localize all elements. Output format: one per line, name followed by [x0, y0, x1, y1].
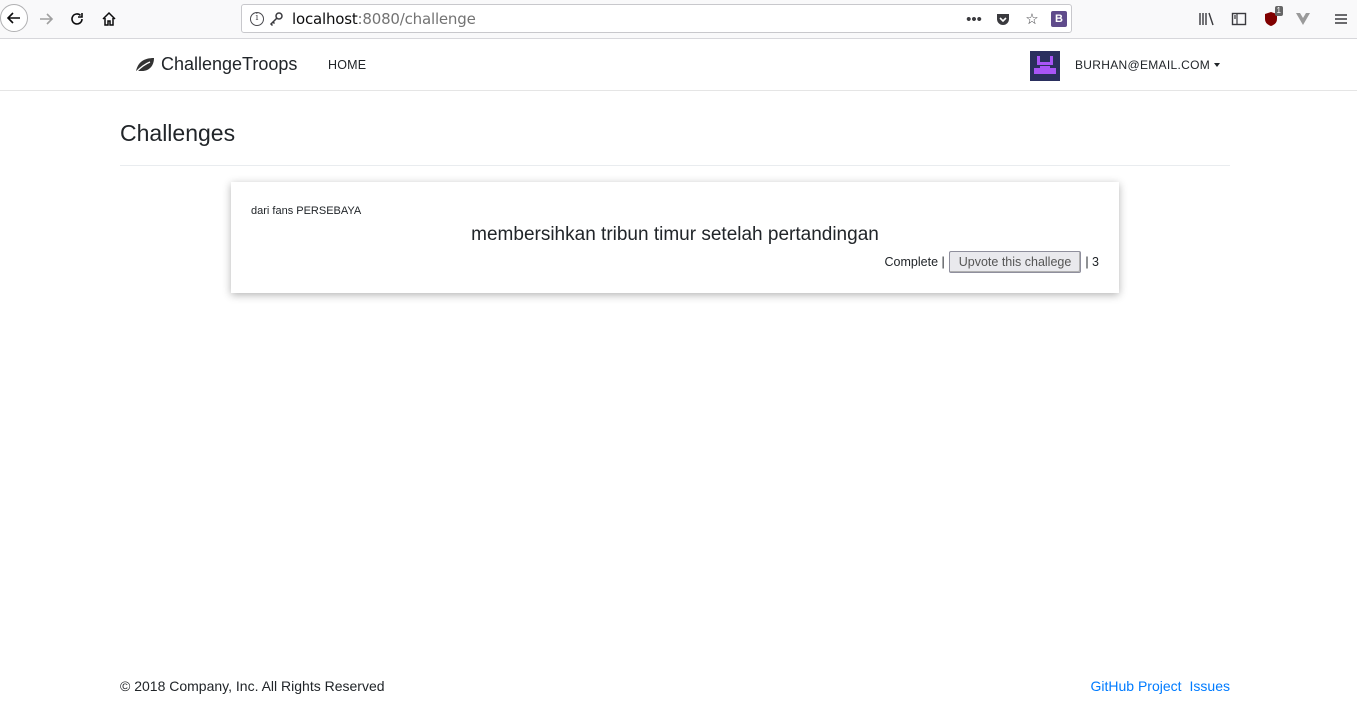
address-bar[interactable]: i localhost:8080/challenge ••• ☆ B — [241, 4, 1072, 33]
ublock-badge: 1 — [1274, 6, 1283, 16]
forward-button[interactable] — [33, 6, 59, 32]
nav-home-link[interactable]: HOME — [328, 58, 366, 72]
footer-copyright: © 2018 Company, Inc. All Rights Reserved — [120, 678, 385, 694]
pocket-icon[interactable] — [993, 9, 1013, 29]
vote-count: | 3 — [1085, 255, 1099, 269]
user-dropdown[interactable]: BURHAN@EMAIL.COM — [1075, 58, 1220, 72]
url-text[interactable]: localhost:8080/challenge — [292, 10, 476, 28]
home-button[interactable] — [96, 6, 122, 32]
extension-b-icon[interactable]: B — [1051, 11, 1067, 27]
upvote-button[interactable]: Upvote this challege — [948, 251, 1082, 273]
user-email: BURHAN@EMAIL.COM — [1075, 58, 1210, 72]
challenge-from: dari fans PERSEBAYA — [251, 205, 362, 217]
app-navbar: ChallengeTroops HOME BURHAN@EMAIL.COM — [0, 40, 1357, 91]
reload-icon — [71, 13, 83, 25]
arrow-right-icon — [40, 13, 54, 25]
challenge-status: Complete | — [884, 255, 945, 269]
key-icon[interactable] — [268, 11, 284, 27]
library-icon[interactable] — [1191, 3, 1223, 35]
issues-link[interactable]: Issues — [1190, 678, 1230, 694]
challenge-actions: Complete | Upvote this challege | 3 — [885, 251, 1099, 273]
sidebar-icon[interactable] — [1223, 3, 1255, 35]
github-project-link[interactable]: GitHub Project — [1090, 678, 1181, 694]
ublock-icon[interactable]: 1 — [1255, 3, 1287, 35]
caret-down-icon — [1214, 63, 1220, 67]
bookmark-star-icon[interactable]: ☆ — [1022, 9, 1042, 29]
leaf-icon — [135, 57, 154, 72]
avatar-pixel-icon — [1030, 51, 1060, 81]
home-icon — [102, 11, 116, 26]
brand-link[interactable]: ChallengeTroops — [134, 54, 297, 75]
footer-links: GitHub Project Issues — [1090, 678, 1230, 694]
vue-devtools-icon[interactable] — [1287, 3, 1319, 35]
menu-icon[interactable] — [1325, 3, 1357, 35]
url-host: localhost — [292, 9, 358, 28]
url-path: :8080/challenge — [357, 9, 476, 28]
page-actions-icon[interactable]: ••• — [964, 9, 984, 29]
challenge-card: dari fans PERSEBAYA membersihkan tribun … — [231, 182, 1119, 293]
reload-button[interactable] — [64, 6, 90, 32]
back-button[interactable] — [0, 4, 28, 32]
page-title: Challenges — [120, 120, 236, 146]
browser-toolbar: i localhost:8080/challenge ••• ☆ B 1 — [0, 0, 1357, 39]
avatar[interactable] — [1030, 51, 1060, 81]
title-divider — [120, 165, 1230, 166]
brand-name: ChallengeTroops — [161, 54, 298, 74]
challenge-title: membersihkan tribun timur setelah pertan… — [471, 224, 879, 245]
arrow-left-icon — [6, 12, 20, 24]
info-icon[interactable]: i — [250, 11, 264, 26]
